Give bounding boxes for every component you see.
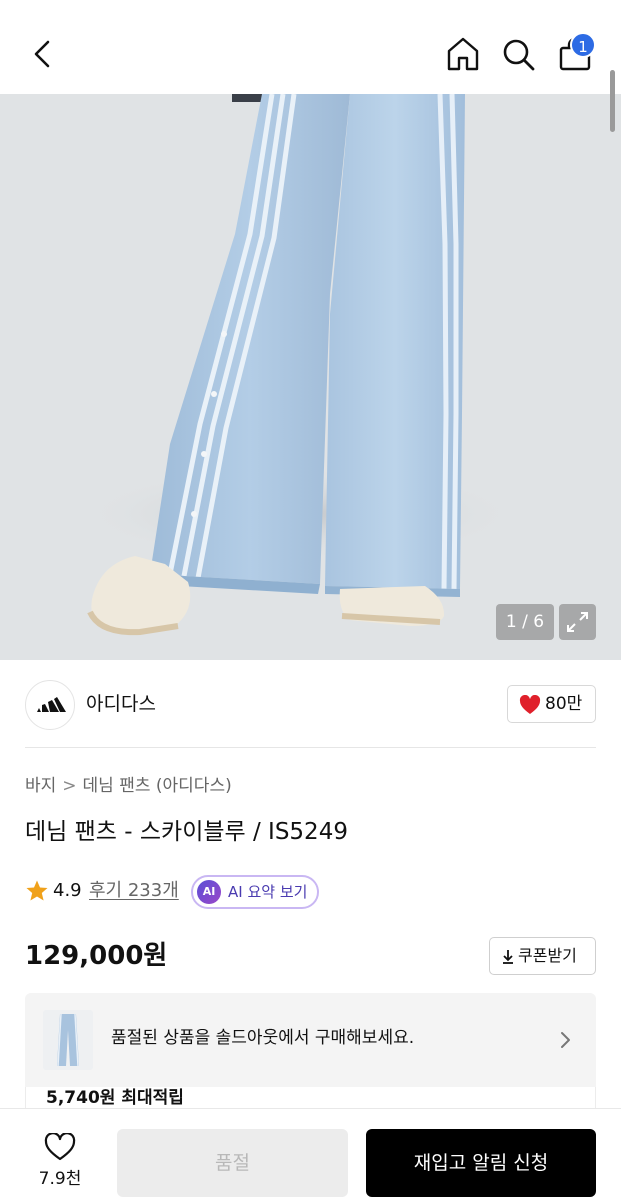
bottom-action-bar: 7.9천 품절 재입고 알림 신청 (0, 1108, 621, 1200)
search-icon (503, 39, 535, 71)
product-title: 데님 팬츠 - 스카이블루 / IS5249 (25, 819, 348, 845)
wishlist-count: 7.9천 (38, 1169, 82, 1189)
chevron-left-icon (34, 40, 50, 68)
download-icon (503, 950, 513, 964)
heart-filled-icon (519, 695, 541, 714)
heart-outline-icon (44, 1133, 76, 1161)
expand-image-button[interactable] (559, 604, 596, 640)
soldout-button: 품절 (117, 1129, 348, 1197)
breadcrumb-separator: > (62, 776, 77, 796)
rating-score: 4.9 (53, 880, 82, 901)
page-scrollbar[interactable] (610, 70, 615, 132)
ai-summary-label: AI 요약 보기 (228, 883, 308, 901)
brand-like-count: 80만 (545, 694, 583, 714)
soldout-resale-banner[interactable]: 품절된 상품을 솔드아웃에서 구매해보세요. (25, 993, 596, 1087)
ai-icon: AI (197, 880, 221, 904)
product-image-gallery[interactable] (0, 94, 621, 660)
divider (25, 747, 596, 748)
breadcrumb-item-subcategory[interactable]: 데님 팬츠 (아디다스) (83, 776, 232, 796)
adidas-logo (37, 697, 66, 712)
back-button[interactable] (26, 34, 62, 74)
ai-summary-button[interactable]: AI AI 요약 보기 (191, 875, 319, 909)
home-button[interactable] (444, 34, 482, 74)
brand-like-button[interactable]: 80만 (507, 685, 596, 723)
review-count-link[interactable]: 후기 233개 (89, 878, 179, 904)
image-pager: 1 / 6 (496, 604, 554, 640)
coupon-download-button[interactable]: 쿠폰받기 (489, 937, 596, 975)
chevron-right-icon (561, 1032, 570, 1048)
home-icon (447, 37, 479, 71)
soldout-banner-text: 품절된 상품을 솔드아웃에서 구매해보세요. (111, 1028, 415, 1048)
breadcrumb: 바지 > 데님 팬츠 (아디다스) (25, 774, 232, 798)
top-header: 1 (0, 0, 621, 94)
product-thumbnail (43, 1010, 93, 1070)
expand-icon (567, 612, 588, 632)
brand-name[interactable]: 아디다스 (86, 690, 156, 718)
brand-logo[interactable] (25, 680, 75, 730)
search-button[interactable] (500, 34, 538, 74)
star-icon (26, 880, 48, 901)
coupon-label: 쿠폰받기 (518, 946, 577, 965)
max-points-text: 5,740원 최대적립 (46, 1088, 184, 1108)
restock-alert-button[interactable]: 재입고 알림 신청 (366, 1129, 596, 1197)
product-photo (0, 94, 621, 660)
breadcrumb-item-category[interactable]: 바지 (25, 776, 56, 796)
product-price: 129,000원 (25, 941, 168, 971)
cart-count-badge: 1 (570, 32, 596, 58)
wishlist-button[interactable]: 7.9천 (28, 1129, 92, 1195)
